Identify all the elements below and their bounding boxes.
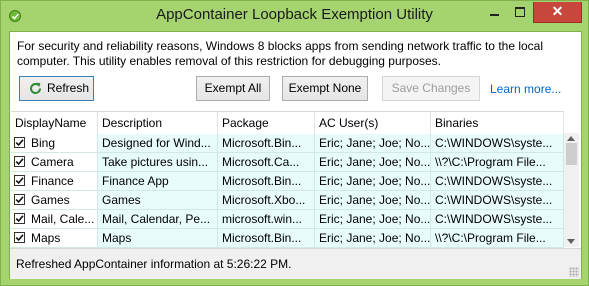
row-checkbox[interactable] [14,156,25,167]
checkbox-checked-icon [15,234,24,242]
cell-ac-users: Eric; Jane; Joe; No... [315,153,431,172]
cell-description: Take pictures usin... [98,153,218,172]
table-row[interactable]: Finance Finance App Microsoft.Bin... Eri… [11,172,564,191]
column-header-binaries[interactable]: Binaries [431,112,564,134]
cell-description: Designed for Wind... [98,134,218,153]
table-row[interactable]: Maps Maps Microsoft.Bin... Eric; Jane; J… [11,229,564,248]
row-checkbox[interactable] [14,194,25,205]
scroll-down-icon[interactable] [567,239,575,244]
cell-package: Microsoft.Bin... [218,172,315,191]
exempt-all-button[interactable]: Exempt All [196,76,270,101]
vertical-scrollbar[interactable] [564,133,579,247]
status-bar: Refreshed AppContainer information at 5:… [10,248,581,279]
cell-binaries: C:\WINDOWS\syste... [431,191,564,210]
scroll-up-icon[interactable] [567,136,575,141]
table-row[interactable]: Games Games Microsoft.Xbo... Eric; Jane;… [11,191,564,210]
cell-description: Mail, Calendar, Pe... [98,210,218,229]
table-row[interactable]: Mail, Cale... Mail, Calendar, Pe... micr… [11,210,564,229]
column-header-description[interactable]: Description [98,112,218,134]
app-window: AppContainer Loopback Exemption Utility … [0,0,589,286]
checkbox-checked-icon [15,177,24,185]
row-checkbox[interactable] [14,175,25,186]
close-button[interactable]: ✕ [533,2,582,23]
cell-displayname: Camera [31,155,74,169]
column-header-ac-users[interactable]: AC User(s) [315,112,431,134]
refresh-button[interactable]: Refresh [19,76,94,101]
cell-binaries: C:\WINDOWS\syste... [431,210,564,229]
checkbox-checked-icon [15,196,24,204]
cell-description: Maps [98,229,218,248]
save-changes-button[interactable]: Save Changes [382,76,480,101]
cell-package: microsoft.win... [218,210,315,229]
scroll-thumb[interactable] [566,143,577,165]
cell-displayname: Games [31,193,70,207]
size-grip-icon[interactable] [569,267,579,277]
cell-package: Microsoft.Ca... [218,153,315,172]
title-bar[interactable]: AppContainer Loopback Exemption Utility … [1,1,588,31]
cell-ac-users: Eric; Jane; Joe; No... [315,134,431,153]
cell-binaries: \\?\C:\Program File... [431,229,564,248]
cell-ac-users: Eric; Jane; Joe; No... [315,210,431,229]
apps-grid: DisplayName Description Package AC User(… [11,111,564,248]
cell-binaries: \\?\C:\Program File... [431,153,564,172]
cell-ac-users: Eric; Jane; Joe; No... [315,172,431,191]
cell-description: Games [98,191,218,210]
exempt-none-button[interactable]: Exempt None [282,76,368,101]
row-checkbox[interactable] [14,137,25,148]
info-message: For security and reliability reasons, Wi… [17,39,544,68]
cell-ac-users: Eric; Jane; Joe; No... [315,229,431,248]
cell-package: Microsoft.Bin... [218,229,315,248]
cell-package: Microsoft.Xbo... [218,191,315,210]
status-text: Refreshed AppContainer information at 5:… [16,257,292,271]
main-panel: For security and reliability reasons, Wi… [9,31,582,279]
table-row[interactable]: Bing Designed for Wind... Microsoft.Bin.… [11,134,564,153]
close-icon: ✕ [551,3,564,19]
learn-more-link[interactable]: Learn more... [490,82,561,96]
cell-binaries: C:\WINDOWS\syste... [431,172,564,191]
checkbox-checked-icon [15,215,24,223]
refresh-icon [30,82,41,94]
cell-ac-users: Eric; Jane; Joe; No... [315,191,431,210]
cell-package: Microsoft.Bin... [218,134,315,153]
cell-displayname: Maps [31,231,61,245]
cell-displayname: Bing [31,136,56,150]
row-checkbox[interactable] [14,213,25,224]
maximize-button[interactable] [507,2,533,22]
cell-displayname: Finance [31,174,74,188]
row-checkbox[interactable] [14,232,25,243]
refresh-label: Refresh [47,81,90,95]
cell-displayname: Mail, Cale... [31,212,95,226]
table-row[interactable]: Camera Take pictures usin... Microsoft.C… [11,153,564,172]
column-header-displayname[interactable]: DisplayName [11,112,98,134]
cell-binaries: C:\WINDOWS\syste... [431,134,564,153]
checkbox-checked-icon [15,139,24,147]
cell-description: Finance App [98,172,218,191]
checkbox-checked-icon [15,158,24,166]
minimize-button[interactable] [481,2,507,22]
column-header-package[interactable]: Package [218,112,315,134]
